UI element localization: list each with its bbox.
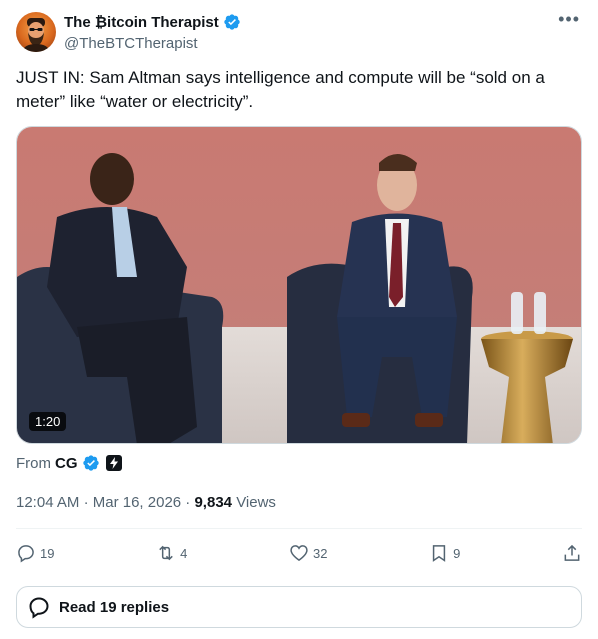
bookmark-button[interactable]: 9 xyxy=(429,543,460,563)
speech-bubble-icon xyxy=(29,597,49,619)
like-button[interactable]: 32 xyxy=(289,543,327,563)
tweet-time[interactable]: 12:04 AM xyxy=(16,494,79,511)
repost-icon xyxy=(159,545,173,561)
bookmark-icon xyxy=(432,545,446,562)
tweet-meta: 12:04 AM · Mar 16, 2026 · 9,834 Views xyxy=(16,494,276,511)
attribution-prefix: From xyxy=(16,454,51,472)
repost-count: 4 xyxy=(180,545,188,561)
video-frame-image xyxy=(17,127,581,443)
action-bar: 19 4 32 9 xyxy=(16,541,582,565)
video-duration-badge: 1:20 xyxy=(29,412,67,431)
author-handle[interactable]: @TheBTCTherapist xyxy=(64,35,198,52)
share-button[interactable] xyxy=(562,543,582,563)
reply-icon xyxy=(18,545,34,563)
reply-count: 19 xyxy=(40,545,55,561)
views-label: Views xyxy=(236,494,276,511)
author-name[interactable]: The ₿itcoin Therapist xyxy=(64,14,219,31)
meta-separator: · xyxy=(185,494,191,511)
verified-badge-icon xyxy=(82,455,99,471)
video-player[interactable]: 1:20 xyxy=(16,126,582,444)
like-count: 32 xyxy=(312,545,328,561)
heart-icon xyxy=(290,545,308,562)
share-icon xyxy=(564,544,580,561)
divider xyxy=(16,528,582,529)
read-replies-label: Read 19 replies xyxy=(59,598,170,616)
more-options-icon[interactable]: ••• xyxy=(558,10,580,28)
repost-button[interactable]: 4 xyxy=(156,543,187,563)
read-replies-button[interactable]: Read 19 replies xyxy=(16,586,582,628)
author-avatar[interactable] xyxy=(16,12,56,52)
tweet-date[interactable]: Mar 16, 2026 xyxy=(93,494,181,511)
lightning-icon xyxy=(105,455,122,471)
tweet-text: JUST IN: Sam Altman says intelligence an… xyxy=(16,68,545,111)
views-count: 9,834 xyxy=(194,494,233,511)
bookmark-count: 9 xyxy=(453,545,461,561)
attribution-source[interactable]: CG xyxy=(55,455,78,472)
media-attribution: From CG xyxy=(16,454,122,472)
reply-button[interactable]: 19 xyxy=(16,543,54,563)
verified-badge-icon xyxy=(224,14,240,30)
meta-separator: · xyxy=(83,494,89,511)
